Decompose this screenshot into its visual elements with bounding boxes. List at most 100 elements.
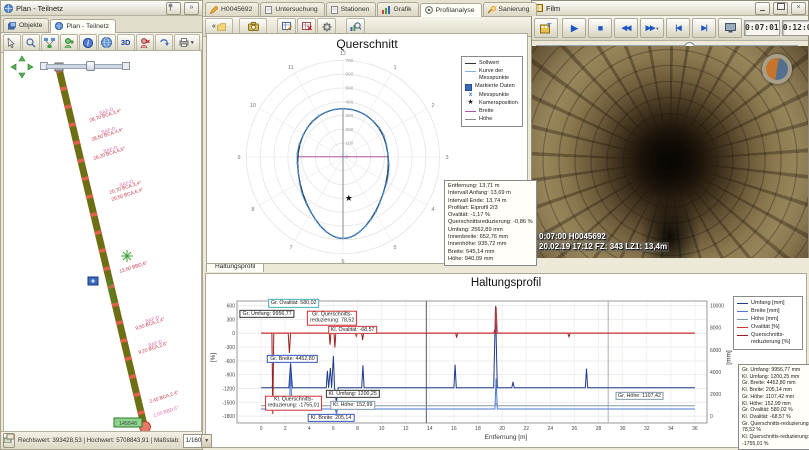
- collapse-button[interactable]: »: [184, 2, 199, 15]
- scale-combo[interactable]: 1/160▼: [183, 434, 212, 448]
- select-tool-button[interactable]: [3, 34, 21, 51]
- querschnitt-stats: Entfernung: 13,71 m Intervall Anfang: 13…: [444, 180, 537, 266]
- minimize-icon: [760, 10, 765, 11]
- film-window: Film × ▶ ■ ◀◀ ▶▶▼ |◀ ▶| 0:07:01 0:12:09 …: [531, 0, 809, 258]
- globe-tool-button[interactable]: [98, 34, 116, 51]
- video-display: 0:07:00 H0045692 20.02.19 17:12 FZ: 343 …: [532, 46, 808, 258]
- monitor-icon: [725, 23, 736, 33]
- next-button[interactable]: ▶|: [692, 18, 716, 38]
- radial-tick-label: 100: [346, 141, 354, 146]
- messpunkt-marker: [296, 162, 298, 164]
- messpunkt-marker: [318, 115, 320, 117]
- tab-stationen[interactable]: Stationen: [326, 2, 377, 16]
- undo-tool-button[interactable]: [155, 34, 173, 51]
- messpunkt-marker: [359, 230, 361, 232]
- plan-map[interactable]: 145546H0045692BAF-D28,70 BCA,3,4°BAF-D28…: [3, 50, 202, 432]
- export-video-button[interactable]: [534, 18, 558, 38]
- tab-untersuchung[interactable]: Untersuchung: [260, 2, 324, 16]
- messpunkt-marker: [311, 120, 313, 122]
- zoom-in-end[interactable]: [122, 62, 130, 70]
- legend-item-sollwert: Sollwert: [465, 60, 519, 67]
- messpunkt-marker: [365, 115, 367, 117]
- messpunkt-marker: [326, 111, 328, 113]
- film-title: Film: [546, 4, 560, 13]
- previous-button[interactable]: |◀: [666, 18, 690, 38]
- pipe-annotation-label: 13,60 BBD,6°: [119, 260, 149, 275]
- legend-item-umfang: Umfang [mm]: [737, 300, 799, 307]
- video-overlay-text: 0:07:00 H0045692 20.02.19 17:12 FZ: 343 …: [537, 232, 669, 252]
- clock-position-label: 9: [237, 155, 240, 161]
- play-button[interactable]: ▶: [562, 18, 586, 38]
- folder-icon: [217, 23, 226, 31]
- network-icon: [44, 38, 55, 48]
- zoom-thumb[interactable]: [86, 61, 95, 71]
- messpunkt-marker: [298, 143, 300, 145]
- chart-annotation-label: Kl. Ovalität: -68,57: [328, 326, 378, 334]
- overlay-line-2: 20.02.19 17:12 FZ: 343 LZ1: 13,4m: [537, 242, 669, 252]
- tab-grafik[interactable]: Grafik: [377, 2, 418, 16]
- combo-arrow-icon[interactable]: ▼: [201, 435, 211, 447]
- querschnitt-title: Querschnitt: [207, 37, 527, 51]
- messpunkt-marker: [305, 202, 307, 204]
- radial-tick-label: 600: [346, 72, 354, 77]
- map-zoom-slider[interactable]: [40, 61, 130, 69]
- haltungsprofil-legend: Umfang [mm] Breite [mm] Höhe [mm] Ovalit…: [733, 296, 803, 350]
- clock-position-label: 11: [288, 65, 294, 71]
- skip-start-icon: |◀: [675, 24, 680, 32]
- tab-section-id[interactable]: H0045692: [205, 2, 259, 16]
- messpunkt-marker: [364, 225, 366, 227]
- info-tool-button[interactable]: i: [79, 34, 97, 51]
- clock-position-label: 8: [251, 207, 254, 213]
- pan-arrows-icon: [10, 55, 34, 79]
- print-tool-button[interactable]: ▼: [174, 34, 200, 51]
- tab-profilanalyse[interactable]: Profilanalyse: [420, 3, 482, 17]
- messpunkt-marker: [330, 234, 332, 236]
- messpunkt-marker: [334, 108, 336, 110]
- chart-annotation-label: Gr. Ovalität: 580,02: [268, 299, 320, 307]
- zoom-track[interactable]: [46, 64, 124, 69]
- display-mode-button[interactable]: [718, 18, 742, 38]
- pin-button[interactable]: [166, 2, 181, 15]
- tab-plan-teilnetz[interactable]: Plan - Teilnetz: [50, 19, 116, 33]
- stop-button[interactable]: ■: [588, 18, 612, 38]
- clock-position-label: 6: [341, 259, 344, 263]
- querschnitt-chart: Querschnitt 0100200300400500600700123456…: [206, 33, 528, 264]
- messpunkt-marker: [382, 193, 384, 195]
- clock-position-label: 10: [250, 103, 256, 109]
- observation-marker-icon: [121, 250, 133, 262]
- clock-position-label: 1: [393, 65, 396, 71]
- maximize-button[interactable]: [773, 2, 788, 15]
- tab-sanierung[interactable]: Sanierung: [483, 2, 537, 16]
- chart-annotation-label: Kl. Höhe: 152,99: [330, 401, 375, 409]
- network-tool-button[interactable]: [41, 34, 59, 51]
- pipe-annotation-label: 1,00 BBD,6°: [153, 405, 180, 419]
- objects-icon: [8, 22, 16, 30]
- statusbar-layers-button[interactable]: [3, 433, 15, 448]
- tab-objekte[interactable]: Objekte: [3, 18, 49, 32]
- messpunkt-marker: [353, 234, 355, 236]
- rewind-button[interactable]: ◀◀: [614, 18, 638, 38]
- add-node-tool-button[interactable]: [60, 34, 78, 51]
- qr-line-swatch: [737, 335, 748, 336]
- chart-annotation-label: Gr. Höhe: 1107,42: [615, 392, 664, 400]
- globe-icon: [101, 37, 112, 48]
- zoom-tool-button[interactable]: [22, 34, 40, 51]
- fast-forward-button[interactable]: ▶▶▼: [640, 18, 664, 38]
- analysis-panel: H0045692 Untersuchung Stationen Grafik P…: [203, 0, 531, 260]
- remove-node-tool-button[interactable]: [136, 34, 154, 51]
- ovalitaet-line-swatch: [737, 327, 748, 328]
- messpunkt-marker: [350, 108, 352, 110]
- table-delete-icon: [302, 22, 312, 31]
- messpunkt-marker: [382, 134, 384, 136]
- sewer-inspection-workspace: { "left_panel": { "title": "Plan - Teiln…: [0, 0, 809, 450]
- close-button[interactable]: ×: [791, 2, 806, 15]
- chart-icon: [382, 6, 390, 14]
- clock-position-label: 4: [432, 207, 435, 213]
- pan-compass[interactable]: [10, 55, 34, 79]
- radial-tick-label: 500: [346, 86, 354, 91]
- undo-icon: [159, 38, 169, 47]
- kurve-line-swatch: [465, 71, 476, 72]
- minimize-button[interactable]: [755, 2, 770, 15]
- 3d-view-button[interactable]: 3D: [117, 34, 135, 51]
- map-statusbar: Rechtswert: 393428,53 | Hochwert: 570884…: [1, 431, 202, 449]
